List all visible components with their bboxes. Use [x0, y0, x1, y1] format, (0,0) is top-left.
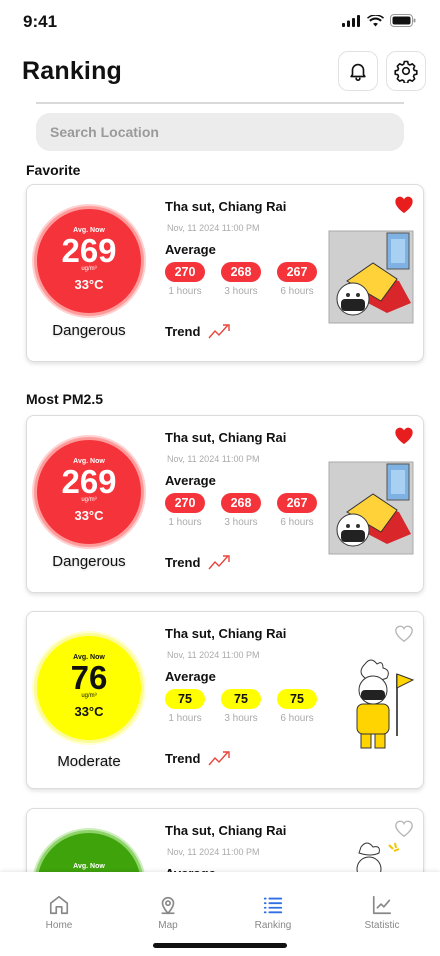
mascot-moderate-illustration [356, 659, 415, 749]
trend-up-icon[interactable] [208, 749, 232, 767]
heart-filled-icon[interactable] [393, 425, 415, 445]
avg-pill-1h: 270 [165, 262, 205, 282]
average-label: Average [165, 669, 216, 684]
average-label: Average [165, 242, 216, 257]
trend-up-icon[interactable] [208, 553, 232, 571]
tab-home[interactable]: Home [19, 894, 99, 931]
temperature: 33°C [74, 276, 104, 292]
datetime: Nov, 11 2024 11:00 PM [167, 650, 260, 660]
datetime: Nov, 11 2024 11:00 PM [167, 847, 260, 857]
average-label: Average [165, 473, 216, 488]
search-bar[interactable] [36, 113, 404, 151]
avg-hours-1: 1 hours [168, 713, 202, 724]
bell-icon [350, 63, 366, 81]
aqi-ring: Avg. Now 76 ug/m³ 33°C [34, 633, 144, 743]
datetime: Nov, 11 2024 11:00 PM [167, 223, 260, 233]
avg-hours-1: 1 hours [168, 286, 202, 297]
aqi-value: 269 [61, 462, 117, 500]
avg-pill-3h: 268 [221, 262, 261, 282]
mascot-dangerous-illustration [328, 230, 414, 324]
aqi-ring: Avg. Now 269 ug/m³ 33°C [34, 206, 144, 316]
heart-outline-icon[interactable] [393, 818, 415, 838]
list-icon [263, 897, 283, 914]
battery-icon [390, 14, 416, 27]
avg-hours-3: 3 hours [224, 713, 258, 724]
location-name: Tha sut, Chiang Rai [165, 430, 287, 445]
avg-hours-6: 6 hours [280, 713, 314, 724]
trend-label: Trend [165, 324, 201, 339]
trend-label: Trend [165, 751, 201, 766]
home-icon [49, 895, 69, 915]
aqi-level: Dangerous [52, 553, 126, 570]
status-bar: 9:41 [0, 0, 440, 44]
aqi-level: Dangerous [52, 322, 126, 339]
heart-outline-icon[interactable] [393, 623, 415, 643]
avg-hours-1: 1 hours [168, 517, 202, 528]
avg-hours-6: 6 hours [280, 517, 314, 528]
home-indicator [153, 943, 287, 948]
avg-pill-1h: 270 [165, 493, 205, 513]
heart-filled-icon[interactable] [393, 194, 415, 214]
avg-hours-6: 6 hours [280, 286, 314, 297]
map-pin-icon [161, 896, 175, 915]
trend-up-icon[interactable] [208, 322, 232, 340]
page-title: Ranking [22, 57, 123, 85]
aqi-unit: ug/m³ [81, 496, 97, 503]
avg-pill-6h: 267 [277, 493, 317, 513]
location-name: Tha sut, Chiang Rai [165, 626, 287, 641]
gear-icon [394, 60, 418, 83]
location-name: Tha sut, Chiang Rai [165, 823, 287, 838]
aqi-level: Moderate [57, 753, 121, 770]
section-most-title: Most PM2.5 [26, 391, 104, 407]
tab-statistic[interactable]: Statistic [342, 894, 422, 931]
tab-ranking[interactable]: Ranking [233, 894, 313, 931]
location-card[interactable]: Avg. Now 269 ug/m³ 33°C Dangerous Tha su… [26, 184, 424, 362]
location-card[interactable]: Avg. Now 76 ug/m³ 33°C Moderate Tha sut,… [26, 611, 424, 789]
chart-icon [372, 895, 392, 915]
location-name: Tha sut, Chiang Rai [165, 199, 287, 214]
avg-pill-6h: 267 [277, 262, 317, 282]
wifi-icon [367, 14, 384, 26]
avg-pill-3h: 268 [221, 493, 261, 513]
tab-label: Ranking [254, 920, 292, 931]
search-input[interactable] [50, 124, 380, 140]
aqi-value: 269 [61, 231, 117, 269]
settings-button[interactable] [386, 51, 426, 91]
signal-icon [342, 14, 360, 27]
section-favorite-title: Favorite [26, 162, 81, 178]
trend-label: Trend [165, 555, 201, 570]
tab-label: Map [158, 920, 178, 931]
tab-map[interactable]: Map [128, 894, 208, 931]
avg-pill-6h: 75 [277, 689, 317, 709]
tab-label: Home [45, 920, 73, 931]
aqi-unit: ug/m³ [81, 692, 97, 699]
avg-hours-3: 3 hours [224, 517, 258, 528]
aqi-ring: Avg. Now 269 ug/m³ 33°C [34, 437, 144, 547]
status-time: 9:41 [23, 12, 58, 31]
avg-pill-3h: 75 [221, 689, 261, 709]
aqi-unit: ug/m³ [81, 265, 97, 272]
aqi-value: 76 [70, 658, 108, 696]
avg-hours-3: 3 hours [224, 286, 258, 297]
datetime: Nov, 11 2024 11:00 PM [167, 454, 260, 464]
temperature: 33°C [74, 703, 104, 719]
header-divider [36, 102, 404, 104]
ranking-screen: 9:41 Ranking Favorite Avg. Now 269 ug/m³… [0, 0, 440, 956]
notification-button[interactable] [338, 51, 378, 91]
tab-label: Statistic [364, 920, 400, 931]
temperature: 33°C [74, 507, 104, 523]
avg-pill-1h: 75 [165, 689, 205, 709]
location-card[interactable]: Avg. Now 269 ug/m³ 33°C Dangerous Tha su… [26, 415, 424, 593]
mascot-dangerous-illustration [328, 461, 414, 555]
